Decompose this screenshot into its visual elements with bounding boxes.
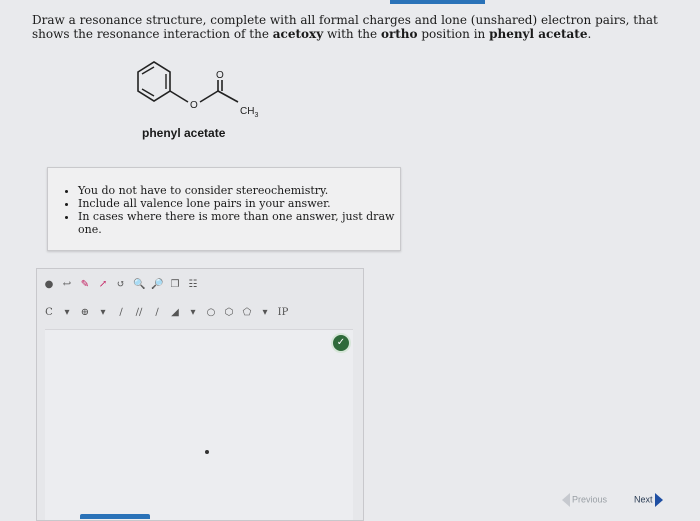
clean-icon[interactable]: ↺	[115, 279, 127, 291]
ring-icon[interactable]: ⬡	[223, 307, 235, 319]
cursor-dot	[205, 450, 209, 454]
next-label: Next	[634, 494, 653, 505]
drawing-canvas[interactable]	[45, 329, 353, 520]
dropdown-icon[interactable]: ▾	[259, 307, 271, 319]
copy-icon[interactable]: ❐	[169, 279, 181, 291]
charge-icon[interactable]: ⊕	[79, 307, 91, 319]
bond	[169, 90, 189, 103]
arrow-tool-icon[interactable]: ↗	[97, 279, 109, 291]
bottom-tab[interactable]	[80, 514, 150, 519]
editor-toolbar-bottom: C ▾ ⊕ ▾ ∕ ∕∕ ∕ ◢ ▾ ○ ⬡ ⬠ ▾ IP	[43, 305, 289, 321]
next-arrow-icon	[654, 493, 663, 507]
previous-arrow-icon	[562, 493, 570, 507]
top-accent-bar	[390, 0, 485, 4]
question-bold: phenyl acetate	[489, 27, 588, 41]
undo-icon[interactable]: ↩	[61, 279, 73, 291]
carbonyl-oxygen-label: O	[216, 70, 224, 81]
methyl-subscript: 3	[254, 112, 258, 119]
question-text: Draw a resonance structure, complete wit…	[32, 13, 672, 41]
next-button[interactable]: Next	[634, 493, 663, 507]
question-part: .	[587, 27, 592, 41]
check-icon[interactable]: ✓	[331, 333, 351, 353]
single-bond-icon[interactable]: ∕	[115, 307, 127, 319]
question-bold: ortho	[380, 27, 418, 41]
bond	[217, 90, 239, 103]
paste-icon[interactable]: ☷	[187, 279, 199, 291]
question-bold: acetoxy	[272, 27, 324, 41]
question-part: position in	[417, 27, 490, 41]
methyl-label-text: CH	[240, 106, 254, 117]
wedge-bond-icon[interactable]: ◢	[169, 307, 181, 319]
bond	[199, 90, 219, 103]
instructions-box: You do not have to consider stereochemis…	[47, 167, 401, 251]
previous-label: Previous	[572, 494, 608, 505]
instruction-item: You do not have to consider stereochemis…	[78, 184, 400, 197]
triple-bond-icon[interactable]: ∕	[151, 307, 163, 319]
pencil-icon[interactable]: ✎	[79, 279, 91, 291]
instruction-item: Include all valence lone pairs in your a…	[78, 197, 400, 210]
ring-icon[interactable]: ○	[205, 307, 217, 319]
double-bond-icon[interactable]: ∕∕	[133, 307, 145, 319]
dropdown-icon[interactable]: ▾	[97, 307, 109, 319]
dropdown-icon[interactable]: ▾	[187, 307, 199, 319]
benzene-ring	[137, 61, 171, 102]
methyl-label: CH3	[240, 106, 258, 119]
element-selector[interactable]: C	[43, 307, 55, 319]
editor-toolbar-top: ● ↩ ✎ ↗ ↺ 🔍 🔎 ❐ ☷	[43, 277, 199, 293]
select-tool-icon[interactable]: ●	[43, 279, 55, 291]
structure-editor: ● ↩ ✎ ↗ ↺ 🔍 🔎 ❐ ☷ C ▾ ⊕ ▾ ∕ ∕∕ ∕ ◢ ▾ ○ ⬡…	[36, 268, 364, 521]
dropdown-icon[interactable]: ▾	[61, 307, 73, 319]
zoom-out-icon[interactable]: 🔎	[151, 279, 163, 291]
question-part: with the	[323, 27, 381, 41]
phenyl-acetate-structure: O O CH3	[137, 61, 258, 119]
ring-icon[interactable]: ⬠	[241, 307, 253, 319]
previous-button[interactable]: Previous	[562, 493, 607, 507]
molecule-caption: phenyl acetate	[142, 126, 226, 140]
zoom-in-icon[interactable]: 🔍	[133, 279, 145, 291]
marker-icon[interactable]: IP	[277, 307, 289, 319]
instruction-item: In cases where there is more than one an…	[78, 210, 400, 236]
instructions-list: You do not have to consider stereochemis…	[48, 184, 400, 236]
ester-oxygen-label: O	[190, 100, 198, 111]
